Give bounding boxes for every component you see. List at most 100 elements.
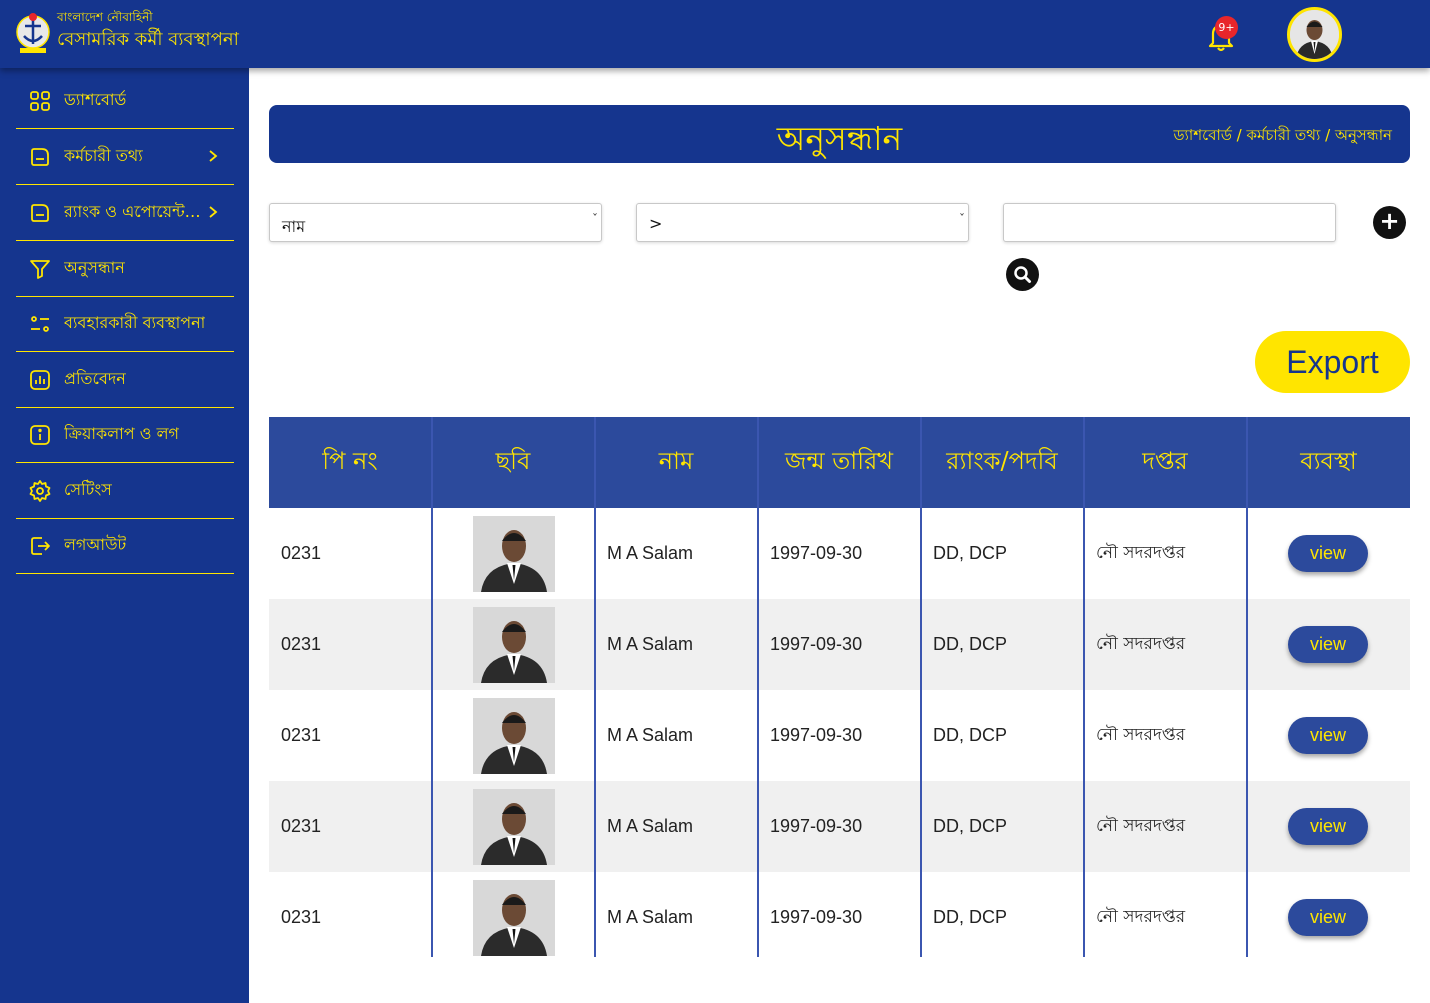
sidebar-item-settings[interactable]: সেটিংস	[16, 463, 234, 519]
cell-rank: DD, DCP	[933, 907, 1008, 927]
view-button[interactable]: view	[1288, 717, 1368, 754]
dropdown-caret-icon: ˇ	[592, 212, 598, 226]
cell-office: নৌ সদরদপ্তর	[1096, 543, 1186, 563]
avatar-portrait-icon	[1290, 10, 1339, 59]
column-header-name: নাম	[658, 447, 694, 475]
view-button[interactable]: view	[1288, 808, 1368, 845]
portrait-photo-icon	[473, 789, 555, 865]
cell-rank: DD, DCP	[933, 725, 1008, 745]
cell-office: নৌ সদরদপ্তর	[1096, 725, 1186, 745]
column-header-action: ব্যবস্থা	[1300, 447, 1357, 475]
sidebar-item-employee-info[interactable]: কর্মচারী তথ্য	[16, 129, 234, 185]
column-divider	[757, 417, 759, 957]
cell-office: নৌ সদরদপ্তর	[1096, 634, 1186, 654]
employee-photo	[473, 607, 555, 683]
cell-rank: DD, DCP	[933, 634, 1008, 654]
search-field-value: নাম	[282, 217, 306, 236]
employee-photo	[473, 880, 555, 956]
sidebar-item-label: ব্যবহারকারী ব্যবস্থাপনা	[64, 313, 206, 332]
column-divider	[920, 417, 922, 957]
cell-p-no: 0231	[281, 725, 322, 745]
export-button[interactable]: Export	[1255, 331, 1410, 393]
employee-photo	[473, 698, 555, 774]
sidebar-item-label: সেটিংস	[64, 480, 112, 499]
sidebar-item-label: র‍্যাংক ও এপোয়েন্টমেন্ট	[64, 202, 206, 221]
cell-office: নৌ সদরদপ্তর	[1096, 816, 1186, 836]
cell-dob: 1997-09-30	[770, 543, 863, 563]
table-row: 0231 M A Salam 1997-09-30 DD, DCP নৌ সদর…	[269, 781, 1410, 872]
column-divider	[594, 417, 596, 957]
column-header-dob: জন্ম তারিখ	[784, 447, 894, 475]
view-button[interactable]: view	[1288, 626, 1368, 663]
sidebar-item-label: ক্রিয়াকলাপ ও লগ	[64, 424, 179, 443]
filter-icon	[30, 259, 50, 279]
cell-p-no: 0231	[281, 816, 322, 836]
cell-p-no: 0231	[281, 907, 322, 927]
portrait-photo-icon	[473, 516, 555, 592]
column-header-rank: র‍্যাংক/পদবি	[946, 447, 1058, 475]
employee-photo	[473, 516, 555, 592]
sidebar-item-activity-log[interactable]: ক্রিয়াকলাপ ও লগ	[16, 407, 234, 463]
portrait-photo-icon	[473, 607, 555, 683]
gear-icon	[29, 479, 51, 502]
column-divider	[431, 417, 433, 957]
cell-rank: DD, DCP	[933, 816, 1008, 836]
grid-icon	[30, 90, 50, 111]
sidebar: ড্যাশবোর্ড কর্মচারী তথ্য র‍্যাংক ও এপোয়…	[0, 68, 249, 1003]
search-query-input[interactable]	[1003, 203, 1336, 242]
table-row: 0231 M A Salam 1997-09-30 DD, DCP নৌ সদর…	[269, 599, 1410, 690]
sidebar-item-logout[interactable]: লগআউট	[16, 518, 234, 574]
cell-dob: 1997-09-30	[770, 816, 863, 836]
search-field-select[interactable]: নাম ˇ	[269, 203, 602, 242]
sidebar-item-label: অনুসন্ধান	[64, 258, 125, 277]
view-button[interactable]: view	[1288, 535, 1368, 572]
cell-name: M A Salam	[607, 816, 694, 836]
search-icon	[1014, 266, 1031, 283]
column-header-office: দপ্তর	[1142, 447, 1188, 475]
cell-dob: 1997-09-30	[770, 634, 863, 654]
add-condition-button[interactable]: +	[1373, 206, 1406, 239]
sidebar-item-reports[interactable]: প্রতিবেদন	[16, 352, 234, 408]
navy-emblem-logo	[16, 13, 50, 53]
logout-icon	[31, 536, 50, 555]
cell-dob: 1997-09-30	[770, 907, 863, 927]
sidebar-item-label: কর্মচারী তথ্য	[64, 146, 143, 165]
breadcrumb[interactable]: ড্যাশবোর্ড / কর্মচারী তথ্য / অনুসন্ধান	[1174, 124, 1393, 149]
cell-name: M A Salam	[607, 725, 694, 745]
cell-p-no: 0231	[281, 634, 322, 654]
notification-badge: 9+	[1215, 16, 1238, 39]
table-header: পি নং ছবি নাম জন্ম তারিখ র‍্যাংক/পদবি দপ…	[269, 417, 1410, 508]
cell-name: M A Salam	[607, 634, 694, 654]
user-list-icon	[31, 315, 49, 332]
top-bar: বাংলাদেশ নৌবাহিনী বেসামরিক কর্মী ব্যবস্থ…	[0, 0, 1430, 68]
search-operator-select[interactable]: > ˇ	[636, 203, 969, 242]
sidebar-item-dashboard[interactable]: ড্যাশবোর্ড	[16, 73, 234, 129]
sidebar-item-search[interactable]: অনুসন্ধান	[16, 241, 234, 297]
cell-name: M A Salam	[607, 543, 694, 563]
search-operator-value: >	[649, 214, 663, 233]
sidebar-item-label: ড্যাশবোর্ড	[64, 90, 127, 109]
cell-rank: DD, DCP	[933, 543, 1008, 563]
dropdown-caret-icon: ˇ	[959, 212, 965, 226]
sidebar-item-rank-appointment[interactable]: র‍্যাংক ও এপোয়েন্টমেন্ট	[16, 185, 234, 241]
cell-name: M A Salam	[607, 907, 694, 927]
sidebar-item-label: লগআউট	[64, 535, 127, 554]
search-button[interactable]	[1006, 258, 1039, 291]
folder-icon	[31, 147, 49, 166]
table-row: 0231 M A Salam 1997-09-30 DD, DCP নৌ সদর…	[269, 690, 1410, 781]
portrait-photo-icon	[473, 880, 555, 956]
sidebar-item-label: প্রতিবেদন	[64, 369, 126, 388]
chevron-right-icon	[209, 150, 218, 162]
cell-p-no: 0231	[281, 543, 322, 563]
employee-photo	[473, 789, 555, 865]
user-avatar[interactable]	[1287, 7, 1342, 62]
view-button[interactable]: view	[1288, 899, 1368, 936]
portrait-photo-icon	[473, 698, 555, 774]
folder-icon	[31, 203, 49, 222]
table-row: 0231 M A Salam 1997-09-30 DD, DCP নৌ সদর…	[269, 872, 1410, 963]
chevron-right-icon	[209, 206, 218, 218]
column-divider	[1083, 417, 1085, 957]
report-chart-icon	[30, 369, 50, 390]
sidebar-item-user-management[interactable]: ব্যবহারকারী ব্যবস্থাপনা	[16, 296, 234, 352]
table-row: 0231 M A Salam 1997-09-30 DD, DCP নৌ সদর…	[269, 508, 1410, 599]
